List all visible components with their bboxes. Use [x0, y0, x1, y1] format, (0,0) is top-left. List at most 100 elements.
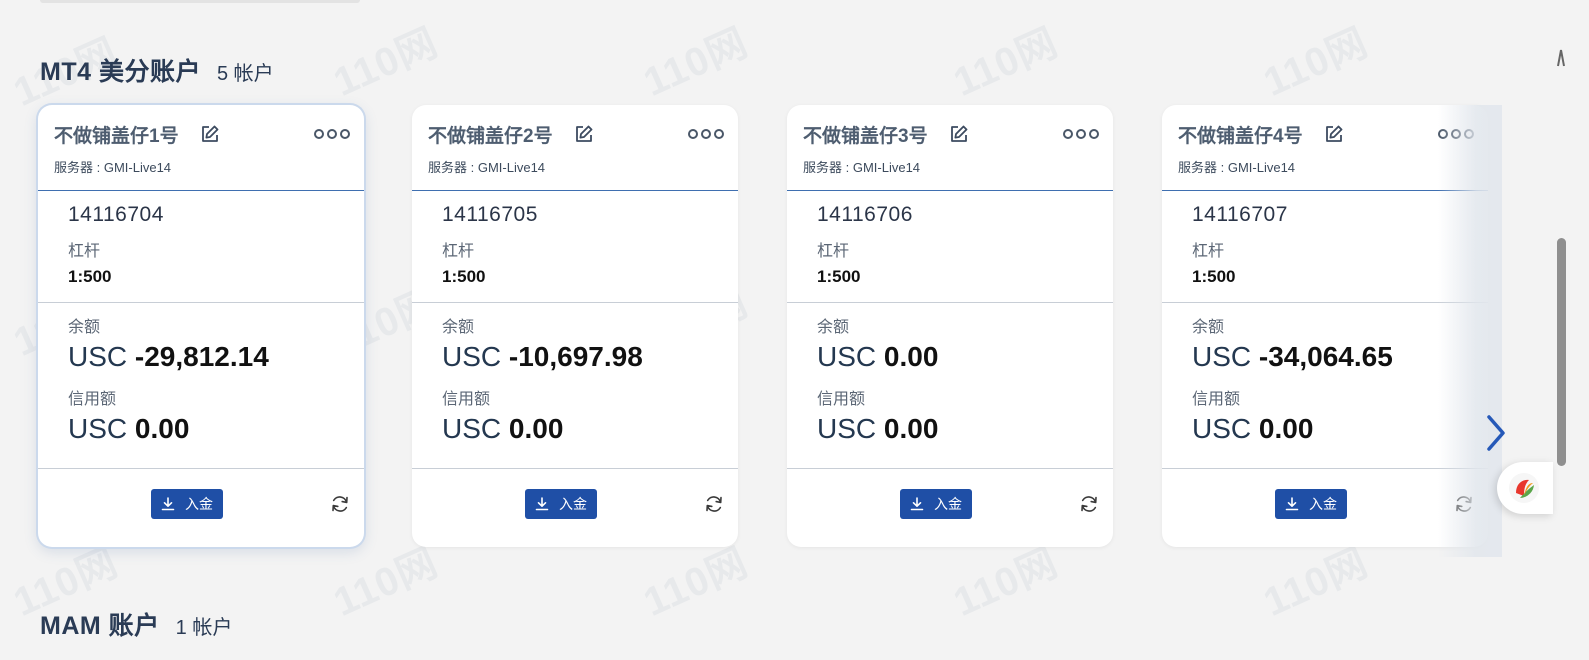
- credit-amount: USC 0.00: [817, 413, 1083, 445]
- balance-amount: USC -29,812.14: [68, 341, 334, 373]
- section-header-mt4: MT4 美分账户 5 帐户: [40, 52, 274, 88]
- card-header: 不做铺盖仔3号 服务器 : GMI-Live14: [787, 105, 1113, 191]
- more-icon: [714, 129, 724, 139]
- balance-value: -34,064.65: [1258, 341, 1393, 372]
- account-card[interactable]: 不做铺盖仔3号 服务器 : GMI-Live14 14116706 杠杆 1:5…: [787, 105, 1113, 547]
- account-name: 不做铺盖仔4号: [1178, 125, 1303, 147]
- account-info: 14116707 杠杆 1:500: [1162, 191, 1488, 303]
- card-footer: 入金: [412, 469, 738, 547]
- leverage-value: 1:500: [817, 267, 861, 286]
- more-icon: [701, 129, 711, 139]
- more-options-button[interactable]: [688, 125, 724, 143]
- page-scrollbar[interactable]: [1553, 0, 1569, 660]
- balance-currency: USC: [68, 341, 128, 372]
- deposit-label: 入金: [1309, 496, 1337, 512]
- leverage-label: 杠杆: [442, 243, 475, 260]
- carousel-next-button[interactable]: [1483, 413, 1509, 453]
- edit-name-button[interactable]: [573, 123, 595, 145]
- credit-amount: USC 0.00: [1192, 413, 1458, 445]
- download-icon: [161, 497, 175, 511]
- balance-label: 余额: [1192, 319, 1225, 336]
- balance-amount: USC -10,697.98: [442, 341, 708, 373]
- card-footer: 入金: [787, 469, 1113, 547]
- account-card[interactable]: 不做铺盖仔4号 服务器 : GMI-Live14 14116707 杠杆 1:5…: [1162, 105, 1488, 547]
- credit-value: 0.00: [508, 413, 564, 444]
- card-footer: 入金: [38, 469, 364, 547]
- watermark: 110网: [637, 20, 755, 105]
- account-card-carousel: 不做铺盖仔1号 服务器 : GMI-Live14 14116704 杠杆 1:5…: [38, 105, 1505, 557]
- credit-label: 信用额: [817, 391, 866, 408]
- section-account-count: 1 帐户: [175, 617, 233, 639]
- more-options-button[interactable]: [1063, 125, 1099, 143]
- server-name: 服务器 : GMI-Live14: [54, 160, 172, 175]
- scroll-up-icon[interactable]: [1557, 44, 1565, 74]
- balance-label: 余额: [68, 319, 101, 336]
- section-account-count: 5 帐户: [216, 63, 274, 85]
- app-logo-icon: [1509, 473, 1539, 503]
- refresh-icon: [332, 496, 348, 512]
- more-icon: [1076, 129, 1086, 139]
- balance-currency: USC: [817, 341, 877, 372]
- deposit-button[interactable]: 入金: [525, 489, 597, 519]
- refresh-button[interactable]: [1454, 494, 1474, 514]
- account-info: 14116706 杠杆 1:500: [787, 191, 1113, 303]
- server-name: 服务器 : GMI-Live14: [1178, 160, 1296, 175]
- leverage-value: 1:500: [442, 267, 486, 286]
- credit-label: 信用额: [68, 391, 117, 408]
- refresh-button[interactable]: [704, 494, 724, 514]
- refresh-icon: [706, 496, 722, 512]
- download-icon: [1285, 497, 1299, 511]
- balance-label: 余额: [817, 319, 850, 336]
- edit-icon: [201, 125, 218, 142]
- deposit-button[interactable]: 入金: [900, 489, 972, 519]
- watermark: 110网: [1257, 20, 1375, 105]
- refresh-icon: [1456, 496, 1472, 512]
- refresh-icon: [1081, 496, 1097, 512]
- deposit-label: 入金: [185, 496, 213, 512]
- scroll-thumb[interactable]: [1557, 238, 1566, 466]
- card-footer: 入金: [1162, 469, 1488, 547]
- account-name: 不做铺盖仔2号: [428, 125, 553, 147]
- account-card[interactable]: 不做铺盖仔2号 服务器 : GMI-Live14 14116705 杠杆 1:5…: [412, 105, 738, 547]
- account-name: 不做铺盖仔3号: [803, 125, 928, 147]
- funds-block: 余额 USC -34,064.65 信用额 USC 0.00: [1162, 303, 1488, 469]
- watermark: 110网: [947, 20, 1065, 105]
- server-name: 服务器 : GMI-Live14: [428, 160, 546, 175]
- refresh-button[interactable]: [330, 494, 350, 514]
- funds-block: 余额 USC -29,812.14 信用额 USC 0.00: [38, 303, 364, 469]
- account-info: 14116704 杠杆 1:500: [38, 191, 364, 303]
- more-options-button[interactable]: [314, 125, 350, 143]
- balance-value: 0.00: [883, 341, 939, 372]
- balance-amount: USC -34,064.65: [1192, 341, 1458, 373]
- credit-label: 信用额: [1192, 391, 1241, 408]
- edit-name-button[interactable]: [948, 123, 970, 145]
- floating-assistant-button[interactable]: [1497, 462, 1553, 514]
- credit-value: 0.00: [883, 413, 939, 444]
- credit-currency: USC: [1192, 413, 1252, 444]
- edit-icon: [1325, 125, 1342, 142]
- deposit-button[interactable]: 入金: [151, 489, 223, 519]
- leverage-value: 1:500: [1192, 267, 1236, 286]
- more-icon: [1451, 129, 1461, 139]
- refresh-button[interactable]: [1079, 494, 1099, 514]
- account-name: 不做铺盖仔1号: [54, 125, 179, 147]
- credit-currency: USC: [442, 413, 502, 444]
- credit-currency: USC: [68, 413, 128, 444]
- account-number: 14116705: [442, 203, 538, 226]
- more-options-button[interactable]: [1438, 125, 1474, 143]
- balance-label: 余额: [442, 319, 475, 336]
- card-header: 不做铺盖仔4号 服务器 : GMI-Live14: [1162, 105, 1488, 191]
- credit-amount: USC 0.00: [442, 413, 708, 445]
- server-name: 服务器 : GMI-Live14: [803, 160, 921, 175]
- account-info: 14116705 杠杆 1:500: [412, 191, 738, 303]
- more-icon: [1063, 129, 1073, 139]
- balance-amount: USC 0.00: [817, 341, 1083, 373]
- download-icon: [535, 497, 549, 511]
- edit-name-button[interactable]: [1323, 123, 1345, 145]
- deposit-button[interactable]: 入金: [1275, 489, 1347, 519]
- edit-name-button[interactable]: [199, 123, 221, 145]
- account-card[interactable]: 不做铺盖仔1号 服务器 : GMI-Live14 14116704 杠杆 1:5…: [38, 105, 364, 547]
- card-header: 不做铺盖仔1号 服务器 : GMI-Live14: [38, 105, 364, 191]
- credit-value: 0.00: [134, 413, 190, 444]
- section-title: MT4 美分账户: [40, 58, 201, 86]
